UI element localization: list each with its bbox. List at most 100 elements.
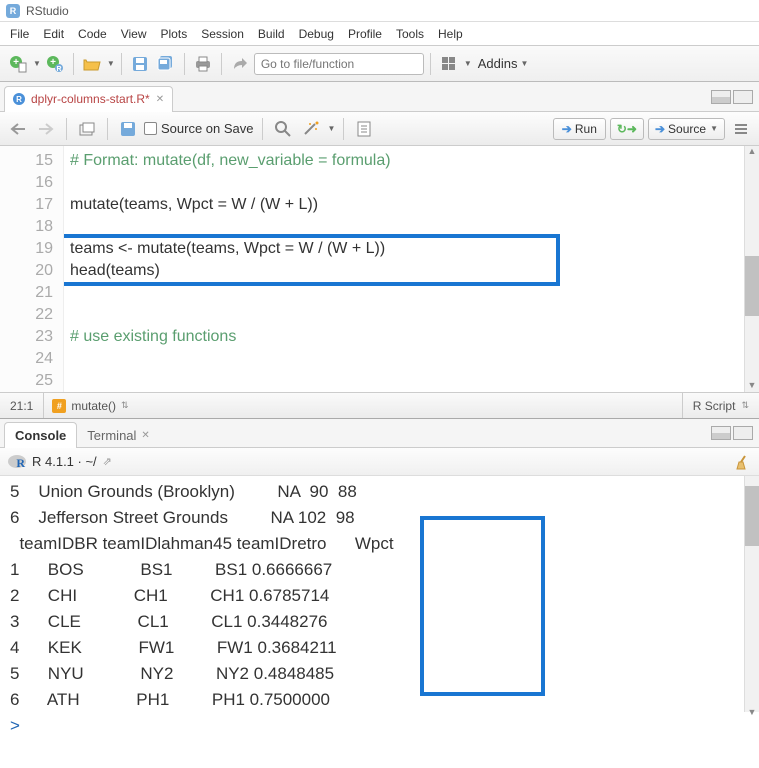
show-in-new-window-button[interactable] [75, 117, 99, 141]
source-on-save-label: Source on Save [161, 121, 254, 136]
compile-report-button[interactable] [352, 117, 376, 141]
console-line: 5 Union Grounds (Brooklyn) NA 90 88 [10, 482, 357, 501]
console-tab[interactable]: Console [4, 422, 77, 448]
r-file-icon: R [13, 93, 25, 105]
console-scrollbar[interactable]: ▲ ▼ [744, 476, 759, 712]
goto-file-input[interactable] [254, 53, 424, 75]
menu-session[interactable]: Session [201, 27, 244, 41]
scroll-down-icon[interactable]: ▼ [745, 700, 759, 712]
new-project-button[interactable]: +R [43, 52, 67, 76]
language-mode[interactable]: R Script ⇅ [682, 393, 759, 418]
maximize-pane-button[interactable] [733, 426, 753, 440]
dropdown-arrow-icon[interactable]: ▼ [521, 59, 529, 68]
menu-file[interactable]: File [10, 27, 29, 41]
menu-plots[interactable]: Plots [161, 27, 188, 41]
save-icon [132, 56, 148, 72]
menu-build[interactable]: Build [258, 27, 285, 41]
scroll-thumb[interactable] [745, 256, 759, 316]
maximize-pane-button[interactable] [733, 90, 753, 104]
line-number: 15 [0, 150, 53, 172]
function-icon: # [52, 399, 66, 413]
menubar: File Edit Code View Plots Session Build … [0, 22, 759, 46]
language-label: R Script [693, 399, 736, 413]
editor-scrollbar[interactable]: ▲ ▼ [744, 146, 759, 392]
menu-debug[interactable]: Debug [299, 27, 334, 41]
menu-edit[interactable]: Edit [43, 27, 64, 41]
save-source-button[interactable] [116, 117, 140, 141]
save-button[interactable] [128, 52, 152, 76]
minimize-pane-button[interactable] [711, 90, 731, 104]
source-editor[interactable]: 15 16 17 18 19 20 21 22 23 24 25 # Forma… [0, 146, 759, 392]
console-tabbar: Console Terminal ✕ [0, 418, 759, 448]
run-button[interactable]: ➔ Run [553, 118, 606, 140]
console-popout-icon[interactable]: ⇗ [103, 455, 112, 468]
r-logo-icon: R [8, 453, 26, 471]
save-all-button[interactable] [154, 52, 178, 76]
print-button[interactable] [191, 52, 215, 76]
go-to-button[interactable] [228, 52, 252, 76]
pane-controls [711, 426, 759, 440]
menu-view[interactable]: View [121, 27, 147, 41]
menu-help[interactable]: Help [438, 27, 463, 41]
dropdown-arrow-icon[interactable]: ▼ [464, 59, 472, 68]
menu-code[interactable]: Code [78, 27, 107, 41]
arrow-left-icon [9, 122, 27, 136]
clear-console-button[interactable] [735, 454, 751, 470]
line-number: 17 [0, 194, 53, 216]
popout-icon [79, 122, 95, 136]
new-project-icon: +R [46, 55, 64, 73]
dropdown-arrow-icon: ▼ [710, 124, 718, 133]
line-number: 19 [0, 238, 53, 260]
line-number: 22 [0, 304, 53, 326]
arrow-right-icon [37, 122, 55, 136]
nav-forward-button[interactable] [34, 117, 58, 141]
dropdown-arrow-icon[interactable]: ▼ [33, 59, 41, 68]
r-version-label[interactable]: R 4.1.1 · ~/ [32, 454, 97, 469]
code-text[interactable]: # Format: mutate(df, new_variable = form… [64, 146, 744, 392]
console-prompt[interactable]: > [10, 716, 25, 735]
code-line: # Format: mutate(df, new_variable = form… [70, 152, 391, 169]
source-button[interactable]: ➔ Source ▼ [648, 118, 725, 140]
svg-text:R: R [56, 66, 61, 73]
notebook-icon [356, 121, 372, 137]
dropdown-arrow-icon[interactable]: ▼ [328, 124, 336, 133]
pane-controls [711, 90, 759, 104]
source-on-save-toggle[interactable]: Source on Save [144, 121, 254, 136]
console-line: 4 KEK FW1 FW1 0.3684211 [10, 638, 337, 657]
updown-icon: ⇅ [121, 400, 129, 411]
editor-tabbar: R dplyr-columns-start.R* ✕ [0, 82, 759, 112]
dropdown-arrow-icon[interactable]: ▼ [107, 59, 115, 68]
source-label: Source [668, 122, 706, 136]
console-output[interactable]: 5 Union Grounds (Brooklyn) NA 90 88 6 Je… [0, 476, 759, 712]
workspace-panes-button[interactable] [437, 52, 461, 76]
updown-icon: ⇅ [741, 400, 749, 411]
code-tools-button[interactable] [299, 117, 323, 141]
scroll-up-icon[interactable]: ▲ [745, 146, 759, 158]
outline-button[interactable] [729, 117, 753, 141]
menu-profile[interactable]: Profile [348, 27, 382, 41]
scroll-thumb[interactable] [745, 486, 759, 546]
editor-tab[interactable]: R dplyr-columns-start.R* ✕ [4, 86, 173, 112]
minimize-pane-button[interactable] [711, 426, 731, 440]
rerun-button[interactable]: ↻➜ [610, 118, 644, 140]
rstudio-logo-icon: R [6, 4, 20, 18]
addins-label[interactable]: Addins [478, 56, 518, 71]
nav-back-button[interactable] [6, 117, 30, 141]
main-toolbar: + ▼ +R ▼ ▼ Addins ▼ [0, 46, 759, 82]
close-tab-icon[interactable]: ✕ [141, 430, 149, 441]
terminal-tab[interactable]: Terminal ✕ [77, 422, 160, 448]
open-file-button[interactable] [80, 52, 104, 76]
console-line: teamIDBR teamIDlahman45 teamIDretro Wpct [10, 534, 394, 553]
svg-text:+: + [50, 57, 56, 68]
menu-tools[interactable]: Tools [396, 27, 424, 41]
new-file-button[interactable]: + [6, 52, 30, 76]
outline-icon [733, 122, 749, 136]
checkbox-icon[interactable] [144, 122, 157, 135]
close-tab-icon[interactable]: ✕ [156, 94, 164, 105]
scope-navigator[interactable]: # mutate() ⇅ [44, 399, 681, 413]
find-button[interactable] [271, 117, 295, 141]
save-all-icon [157, 55, 175, 73]
code-line: mutate(teams, Wpct = W / (W + L)) [70, 196, 318, 213]
scroll-down-icon[interactable]: ▼ [745, 380, 759, 392]
cursor-position[interactable]: 21:1 [0, 393, 44, 418]
